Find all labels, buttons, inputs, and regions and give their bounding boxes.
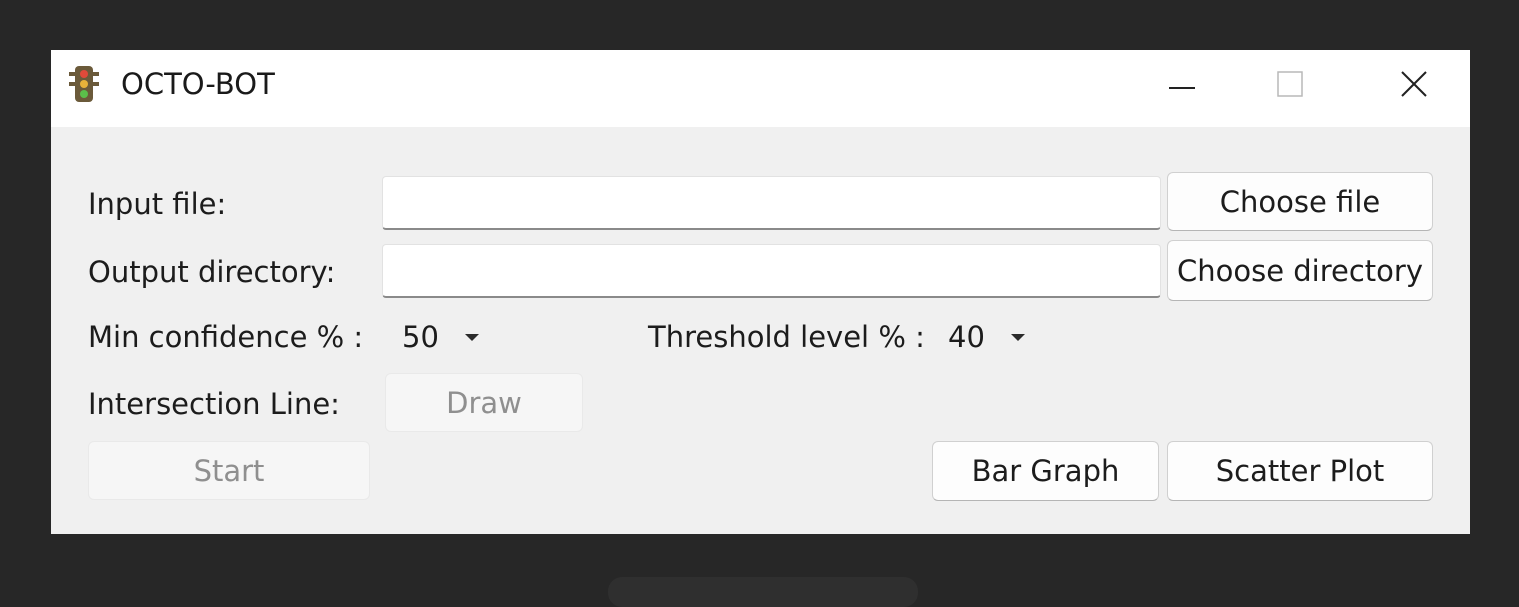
choose-file-button[interactable]: Choose file: [1167, 172, 1433, 231]
bar-graph-button[interactable]: Bar Graph: [932, 441, 1159, 501]
minimize-icon: [1169, 87, 1195, 89]
start-button[interactable]: Start: [88, 441, 370, 500]
output-directory-label: Output directory:: [88, 255, 336, 289]
output-directory-field[interactable]: [382, 244, 1161, 298]
min-confidence-label: Min confidence % :: [88, 320, 364, 354]
choose-directory-button[interactable]: Choose directory: [1167, 240, 1433, 301]
threshold-level-value: 40: [948, 320, 985, 354]
window-title: OCTO-BOT: [121, 67, 275, 101]
threshold-level-dropdown[interactable]: 40: [948, 315, 1025, 359]
taskbar-hint: [608, 577, 918, 607]
input-file-label: Input file:: [88, 187, 227, 221]
threshold-level-label: Threshold level % :: [648, 320, 925, 354]
draw-button[interactable]: Draw: [385, 373, 583, 432]
app-window: OCTO-BOT Input file: Choose file Output …: [51, 50, 1470, 534]
chevron-down-icon: [464, 333, 479, 341]
maximize-icon: [1277, 71, 1303, 97]
maximize-button[interactable]: [1236, 50, 1346, 120]
traffic-light-icon: [69, 66, 99, 102]
min-confidence-dropdown[interactable]: 50: [402, 315, 479, 359]
close-button[interactable]: [1359, 50, 1469, 120]
min-confidence-value: 50: [402, 320, 439, 354]
close-icon: [1401, 71, 1427, 97]
scatter-plot-button[interactable]: Scatter Plot: [1167, 441, 1433, 501]
minimize-button[interactable]: [1111, 50, 1221, 120]
title-bar[interactable]: OCTO-BOT: [51, 50, 1470, 127]
intersection-line-label: Intersection Line:: [88, 387, 340, 421]
input-file-field[interactable]: [382, 176, 1161, 230]
chevron-down-icon: [1010, 333, 1025, 341]
